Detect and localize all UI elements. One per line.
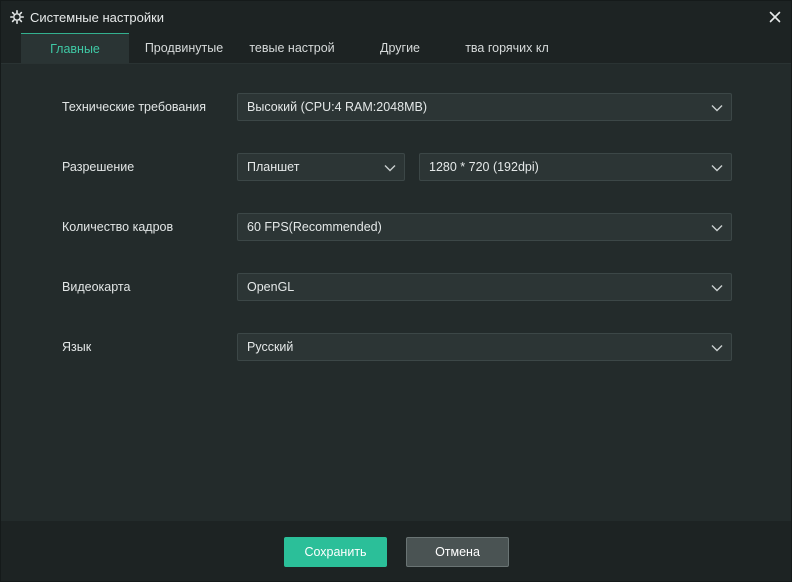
chevron-down-icon xyxy=(384,162,396,172)
chevron-down-icon xyxy=(711,102,723,112)
graphics-value: OpenGL xyxy=(247,280,295,294)
tab-hotkeys[interactable]: тва горячих кл xyxy=(461,33,553,63)
device-type-value: Планшет xyxy=(247,160,300,174)
tab-other[interactable]: Другие xyxy=(353,33,447,63)
performance-select[interactable]: Высокий (CPU:4 RAM:2048MB) xyxy=(237,93,732,121)
dialog-footer: Сохранить Отмена xyxy=(1,521,791,581)
chevron-down-icon xyxy=(711,222,723,232)
performance-label: Технические требования xyxy=(62,100,207,114)
resolution-value: 1280 * 720 (192dpi) xyxy=(429,160,539,174)
language-value: Русский xyxy=(247,340,294,354)
tab-advanced[interactable]: Продвинутые xyxy=(135,33,233,63)
settings-dialog: Системные настройки Главные Продвинутые … xyxy=(0,0,792,582)
chevron-down-icon xyxy=(711,162,723,172)
fps-label: Количество кадров xyxy=(62,220,174,234)
gear-icon xyxy=(10,10,24,24)
device-type-select[interactable]: Планшет xyxy=(237,153,405,181)
fps-select[interactable]: 60 FPS(Recommended) xyxy=(237,213,732,241)
graphics-label: Видеокарта xyxy=(62,280,131,294)
close-icon[interactable] xyxy=(767,9,783,25)
cancel-button[interactable]: Отмена xyxy=(406,537,509,567)
tab-bar: Главные Продвинутые тевые настрой Другие… xyxy=(1,33,791,64)
graphics-select[interactable]: OpenGL xyxy=(237,273,732,301)
chevron-down-icon xyxy=(711,342,723,352)
performance-value: Высокий (CPU:4 RAM:2048MB) xyxy=(247,100,427,114)
window-title: Системные настройки xyxy=(30,10,165,25)
tab-network[interactable]: тевые настрой xyxy=(245,33,339,63)
fps-value: 60 FPS(Recommended) xyxy=(247,220,382,234)
chevron-down-icon xyxy=(711,282,723,292)
resolution-label: Разрешение xyxy=(62,160,135,174)
save-button[interactable]: Сохранить xyxy=(284,537,387,567)
resolution-select[interactable]: 1280 * 720 (192dpi) xyxy=(419,153,732,181)
tab-main[interactable]: Главные xyxy=(21,33,129,63)
language-label: Язык xyxy=(62,340,92,354)
language-select[interactable]: Русский xyxy=(237,333,732,361)
titlebar: Системные настройки xyxy=(1,1,791,33)
